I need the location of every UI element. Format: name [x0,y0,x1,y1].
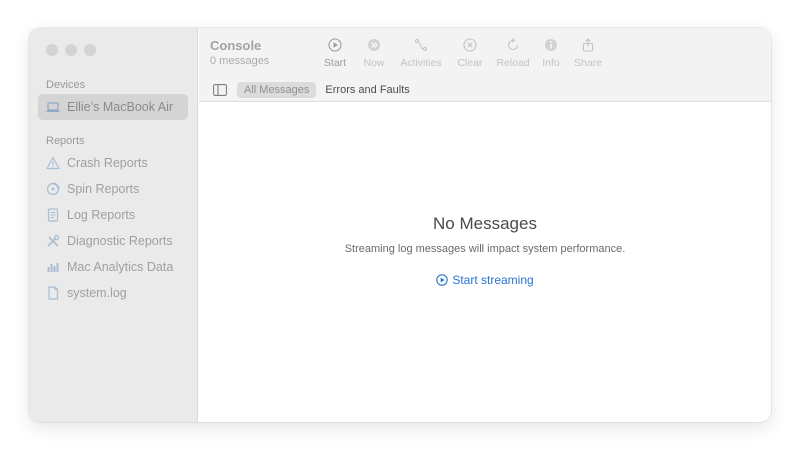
clear-label: Clear [457,57,483,69]
warning-icon [46,156,60,170]
document-icon [47,208,59,222]
activities-button[interactable]: Activities [398,38,444,69]
reports-section-label: Reports [46,135,85,147]
file-icon [48,286,59,300]
sidebar-item-label: Diagnostic Reports [67,234,173,248]
main-pane: Console 0 messages Start Now Activities … [199,28,771,422]
filter-errors-and-faults[interactable]: Errors and Faults [318,82,416,98]
sidebar-item-spin-reports[interactable]: Spin Reports [38,176,188,202]
empty-state: No Messages Streaming log messages will … [199,214,771,291]
reload-icon [507,38,519,51]
now-label: Now [363,57,385,69]
start-label: Start [323,57,347,69]
sidebar-item-label: Spin Reports [67,182,140,196]
console-window: Devices Ellie’s MacBook Air Reports Cras… [29,28,771,422]
filter-all-messages[interactable]: All Messages [237,81,317,98]
sidebar-item-label: system.log [67,286,127,300]
activities-label: Activities [400,57,442,69]
sidebar-item-label: Log Reports [67,208,136,222]
clear-icon [463,38,477,52]
sidebar-item-label: Mac Analytics Data [67,260,174,274]
share-label: Share [573,57,603,69]
info-icon [545,39,557,51]
sidebar-item-system-log[interactable]: system.log [38,280,188,306]
minimize-window-button[interactable] [65,44,77,56]
sidebar-item-log-reports[interactable]: Log Reports [38,202,188,228]
play-circle-icon [436,274,449,286]
toolbar: Console 0 messages Start Now Activities … [199,28,771,78]
sidebar-toggle-icon[interactable] [213,83,227,96]
spin-icon [46,182,60,196]
laptop-icon [46,102,60,112]
now-button[interactable]: Now [351,38,397,69]
message-count: 0 messages [210,55,270,67]
clear-button[interactable]: Clear [447,38,493,69]
empty-state-title: No Messages [433,214,537,233]
sidebar: Devices Ellie’s MacBook Air Reports Cras… [29,28,198,422]
sidebar-item-label: Crash Reports [67,156,148,170]
start-streaming-label: Start streaming [452,273,534,287]
play-circle-icon [328,38,342,52]
sidebar-item-crash-reports[interactable]: Crash Reports [38,150,188,176]
window-title: Console [210,38,262,53]
zoom-window-button[interactable] [84,44,96,56]
start-streaming-link[interactable]: Start streaming [436,273,534,287]
close-window-button[interactable] [46,44,58,56]
activities-icon [415,39,427,51]
sidebar-item-label: Ellie’s MacBook Air [67,100,174,114]
sidebar-item-device[interactable]: Ellie’s MacBook Air [38,94,188,120]
tools-icon [47,234,60,247]
share-icon [582,38,594,52]
devices-section-label: Devices [46,79,86,91]
share-button[interactable]: Share [565,38,611,69]
now-icon [368,39,380,51]
window-controls [46,44,96,56]
info-label: Info [542,57,560,69]
chart-icon [47,263,59,272]
sidebar-item-mac-analytics-data[interactable]: Mac Analytics Data [38,254,188,280]
filter-bar: All Messages Errors and Faults [199,78,771,102]
toolbar-title-block: Console 0 messages [210,38,269,67]
reload-label: Reload [496,57,530,69]
sidebar-item-diagnostic-reports[interactable]: Diagnostic Reports [38,228,188,254]
empty-state-subtitle: Streaming log messages will impact syste… [344,243,626,255]
